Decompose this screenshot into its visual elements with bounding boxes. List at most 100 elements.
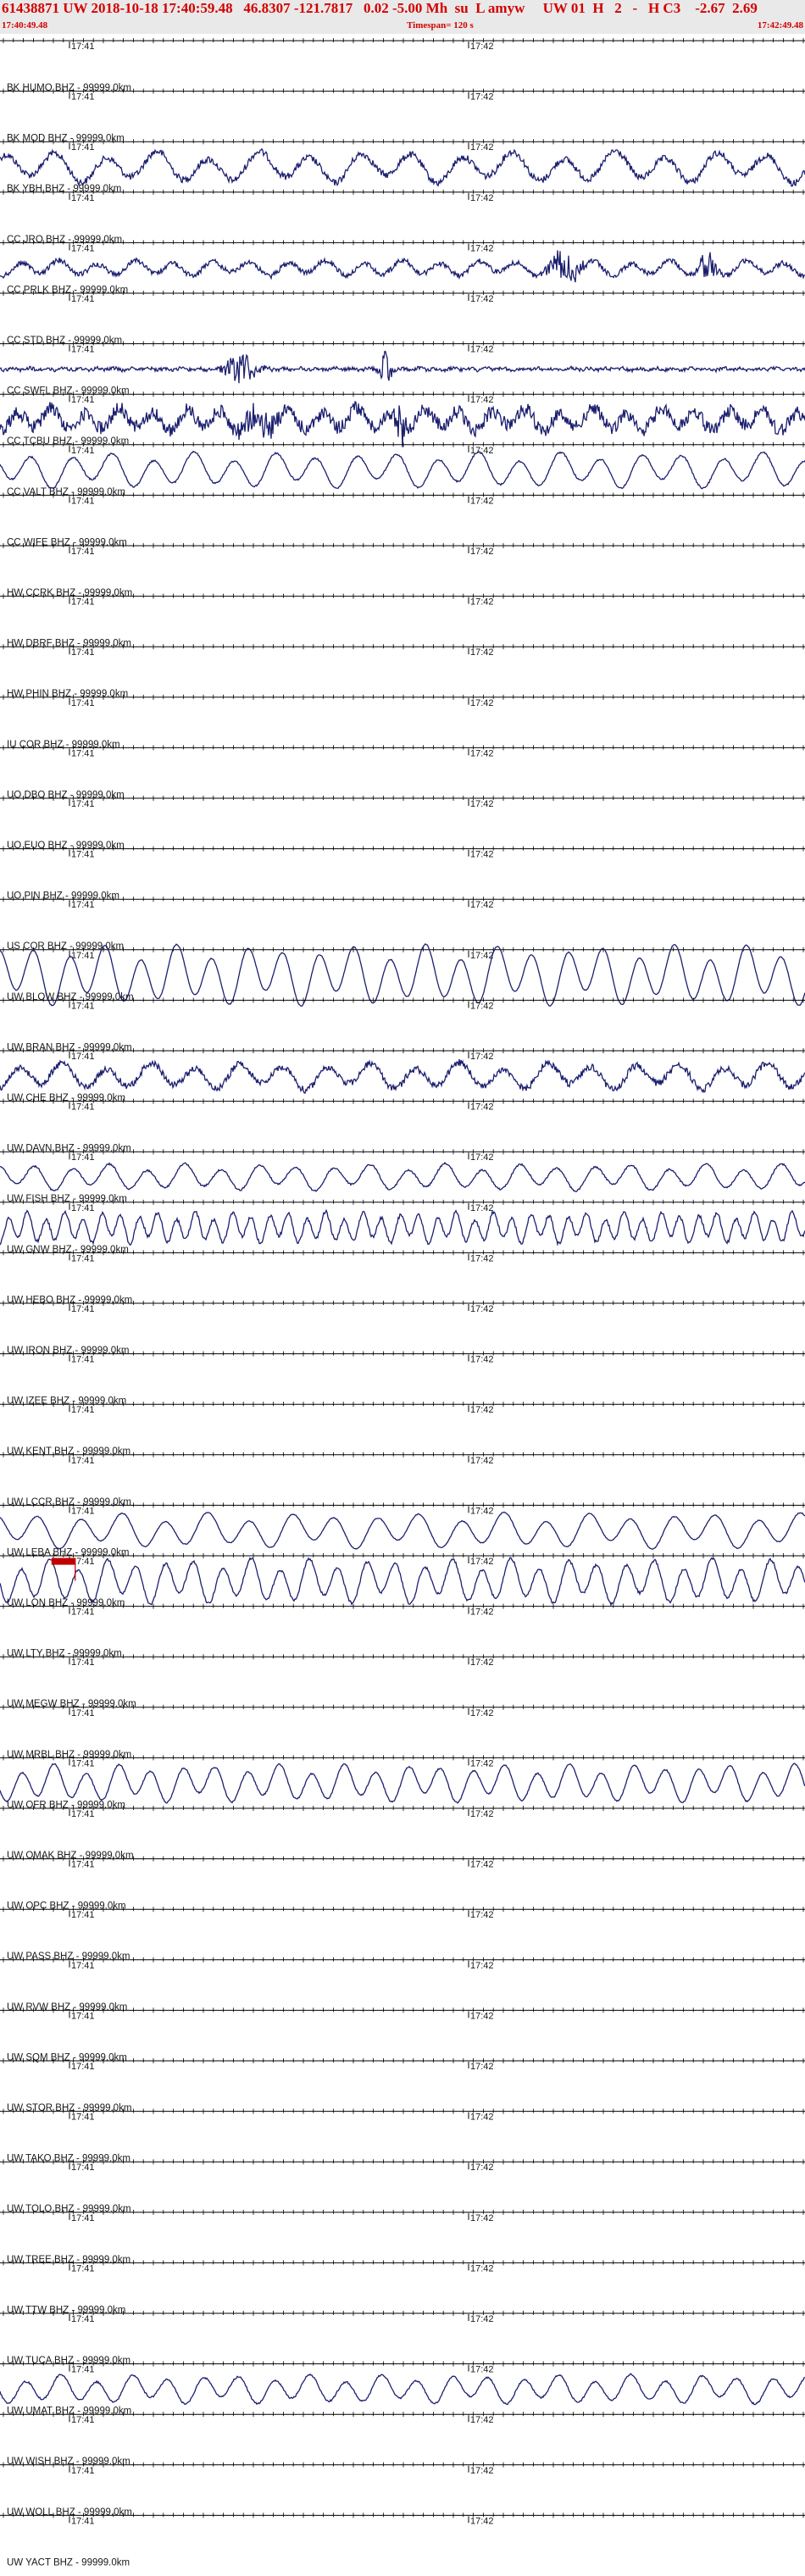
channel-label: UW MRBL BHZ - 99999.0km <box>7 1750 131 1760</box>
time-label: 17:41 <box>71 1708 95 1718</box>
time-label: 17:42 <box>470 1758 494 1768</box>
channel-label: UW TREE BHZ - 99999.0km <box>7 2255 130 2265</box>
time-label: 17:41 <box>71 1001 95 1011</box>
time-label: 17:41 <box>71 42 95 52</box>
time-label: 17:42 <box>470 597 494 608</box>
time-label: 17:41 <box>71 243 95 253</box>
channel-label: UW LON BHZ - 99999.0km <box>7 1598 125 1608</box>
time-label: 17:41 <box>71 2516 95 2526</box>
time-label: 17:41 <box>71 2415 95 2425</box>
time-label: 17:42 <box>470 193 494 203</box>
time-label: 17:42 <box>470 2314 494 2324</box>
time-label: 17:42 <box>470 698 494 708</box>
time-label: 17:41 <box>71 1355 95 1365</box>
time-label: 17:42 <box>470 2062 494 2072</box>
waveform-trace <box>0 2373 805 2406</box>
time-label: 17:41 <box>71 698 95 708</box>
time-label: 17:41 <box>71 1052 95 1062</box>
time-label: 17:42 <box>470 1405 494 1415</box>
time-label: 17:42 <box>470 951 494 961</box>
channel-label: HW PHIN BHZ - 99999.0km <box>7 689 128 699</box>
channel-label: BK HUMO BHZ - 99999.0km <box>7 83 131 93</box>
time-label: 17:41 <box>71 2365 95 2375</box>
pick-marker <box>51 1557 75 1565</box>
channel-label: UW OFR BHZ - 99999.0km <box>7 1800 125 1810</box>
time-label: 17:42 <box>470 2415 494 2425</box>
time-label: 17:42 <box>470 1708 494 1718</box>
time-label: 17:42 <box>470 2365 494 2375</box>
time-label: 17:41 <box>71 1910 95 1920</box>
waveform-trace <box>0 1208 805 1246</box>
channel-label: UW LTY BHZ - 99999.0km <box>7 1649 122 1659</box>
time-label: 17:42 <box>470 2213 494 2223</box>
time-label: 17:42 <box>470 1355 494 1365</box>
time-label: 17:42 <box>470 547 494 557</box>
waveform-trace <box>0 450 805 490</box>
time-label: 17:41 <box>71 647 95 658</box>
time-label: 17:42 <box>470 42 494 52</box>
seismogram-panel[interactable]: 17:41 17:42 BK HUMO BHZ - 99999.0km 17:41 17… <box>0 34 805 2576</box>
time-label: 17:41 <box>71 2112 95 2123</box>
waveform-trace <box>0 250 805 283</box>
time-label: 17:42 <box>470 1456 494 1466</box>
time-label: 17:41 <box>71 1961 95 1971</box>
time-label: 17:41 <box>71 345 95 355</box>
time-label: 17:41 <box>71 2011 95 2021</box>
channel-label: UW BLOW BHZ - 99999.0km <box>7 992 134 1002</box>
time-label: 17:41 <box>71 2466 95 2476</box>
time-label: 17:42 <box>470 2112 494 2123</box>
channel-label: UW SQM BHZ - 99999.0km <box>7 2052 127 2062</box>
channel-label: UO DBO BHZ - 99999.0km <box>7 790 125 800</box>
time-label: 17:42 <box>470 1506 494 1516</box>
time-label: 17:41 <box>71 294 95 304</box>
channel-label: UW RVW BHZ - 99999.0km <box>7 2002 127 2012</box>
time-label: 17:41 <box>71 1152 95 1163</box>
time-label: 17:42 <box>470 345 494 355</box>
time-label: 17:42 <box>470 2516 494 2526</box>
time-label: 17:42 <box>470 900 494 910</box>
time-label: 17:42 <box>470 1102 494 1113</box>
time-label: 17:42 <box>470 748 494 758</box>
time-label: 17:41 <box>71 2213 95 2223</box>
time-label: 17:42 <box>470 647 494 658</box>
time-label: 17:42 <box>470 243 494 253</box>
channel-label: UW KENT BHZ - 99999.0km <box>7 1446 130 1457</box>
channel-label: UW TOLO BHZ - 99999.0km <box>7 2204 131 2214</box>
time-label: 17:42 <box>470 2162 494 2173</box>
time-label: 17:42 <box>470 1910 494 1920</box>
time-label: 17:41 <box>71 1607 95 1618</box>
time-label: 17:42 <box>470 92 494 103</box>
channel-label: UW IZEE BHZ - 99999.0km <box>7 1396 126 1407</box>
event-header: 61438871 UW 2018-10-18 17:40:59.48 46.83… <box>0 0 805 34</box>
time-label: 17:42 <box>470 1203 494 1213</box>
channel-label: UW STOR BHZ - 99999.0km <box>7 2103 131 2113</box>
channel-label: UW DAVN BHZ - 99999.0km <box>7 1144 131 1154</box>
time-label: 17:42 <box>470 1860 494 1870</box>
time-label: 17:42 <box>470 1657 494 1668</box>
channel-label: UW YACT BHZ - 99999.0km <box>7 2557 130 2568</box>
channel-label: UW LEBA BHZ - 99999.0km <box>7 1547 129 1557</box>
channel-label: UW FISH BHZ - 99999.0km <box>7 1194 127 1204</box>
channel-label: BK MOD BHZ - 99999.0km <box>7 134 125 144</box>
time-label: 17:42 <box>470 395 494 405</box>
time-label: 17:41 <box>71 92 95 103</box>
time-label: 17:42 <box>470 1152 494 1163</box>
time-label: 17:41 <box>71 1253 95 1263</box>
time-label: 17:41 <box>71 496 95 506</box>
channel-label: UW TAKO BHZ - 99999.0km <box>7 2154 130 2164</box>
waveform-trace <box>0 942 805 1008</box>
time-label: 17:41 <box>71 1506 95 1516</box>
time-label: 17:41 <box>71 850 95 860</box>
channel-label: UW TUCA BHZ - 99999.0km <box>7 2356 130 2366</box>
time-label: 17:41 <box>71 1203 95 1213</box>
channel-label: CC SWFL BHZ - 99999.0km <box>7 386 130 397</box>
channel-label: CC VALT BHZ - 99999.0km <box>7 487 125 497</box>
channel-label: UW UMAT BHZ - 99999.0km <box>7 2407 131 2417</box>
time-label: 17:42 <box>470 2466 494 2476</box>
time-label: 17:41 <box>71 1809 95 1819</box>
time-label: 17:42 <box>470 2263 494 2273</box>
time-label: 17:41 <box>71 1304 95 1314</box>
waveform-trace <box>0 1511 805 1550</box>
time-label: 17:41 <box>71 1860 95 1870</box>
channel-label: UO EUO BHZ - 99999.0km <box>7 841 125 851</box>
